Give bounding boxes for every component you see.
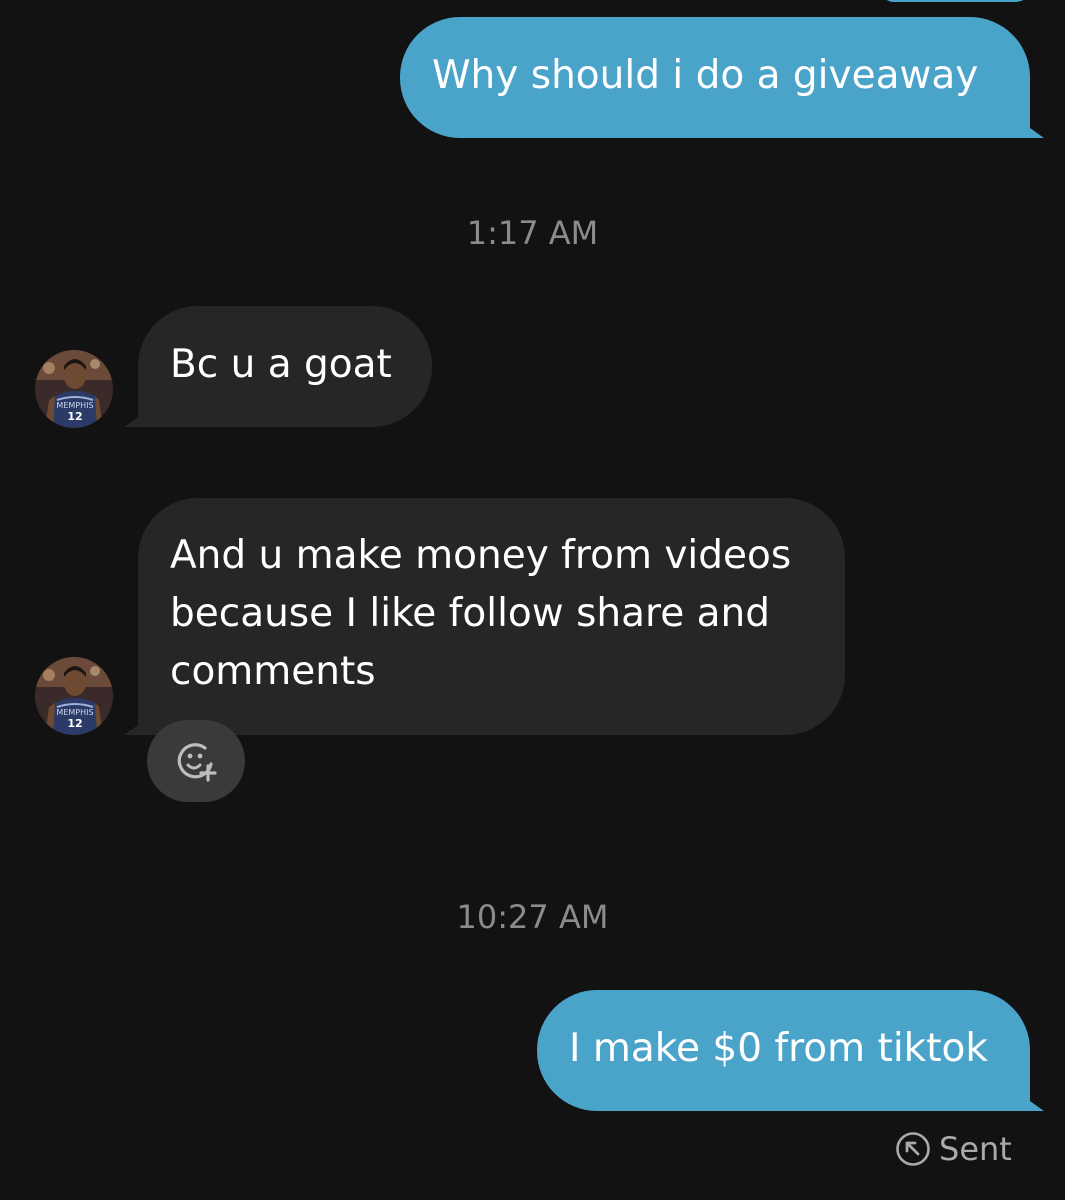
bubble-tail [1030,1101,1044,1111]
outgoing-message-bubble[interactable]: Why should i do a giveaway [400,17,1030,138]
previous-message-bubble[interactable] [880,0,1030,2]
incoming-message-bubble[interactable]: Bc u a goat [138,306,432,427]
status-label: Sent [939,1130,1012,1168]
message-text: I make $0 from tiktok [569,1026,989,1071]
profile-photo-icon: MEMPHIS 12 [35,657,113,735]
add-reaction-icon [177,743,217,782]
profile-photo-icon: MEMPHIS 12 [35,350,113,428]
jersey-number: 12 [67,717,82,730]
message-text-line: because I like follow share and [170,591,770,636]
avatar[interactable]: MEMPHIS 12 [35,657,113,735]
jersey-number: 12 [67,410,82,423]
add-reaction-button[interactable] [147,720,245,802]
message-timestamp: 10:27 AM [456,898,609,936]
message-text: Bc u a goat [170,342,392,387]
bubble-tail [124,725,138,735]
sent-arrow-icon [896,1132,930,1166]
avatar[interactable]: MEMPHIS 12 [35,350,113,428]
bubble-tail [1030,128,1044,138]
bubble-tail [124,417,138,427]
message-text: Why should i do a giveaway [432,53,979,98]
outgoing-message-bubble[interactable]: I make $0 from tiktok [537,990,1030,1111]
jersey-text: MEMPHIS [56,708,93,717]
message-text-line: And u make money from videos [170,533,792,578]
message-text-line: comments [170,649,376,694]
incoming-message-bubble[interactable]: And u make money from videos because I l… [138,498,845,735]
message-status: Sent [895,1127,1012,1171]
jersey-text: MEMPHIS [56,401,93,410]
message-timestamp: 1:17 AM [466,214,599,252]
